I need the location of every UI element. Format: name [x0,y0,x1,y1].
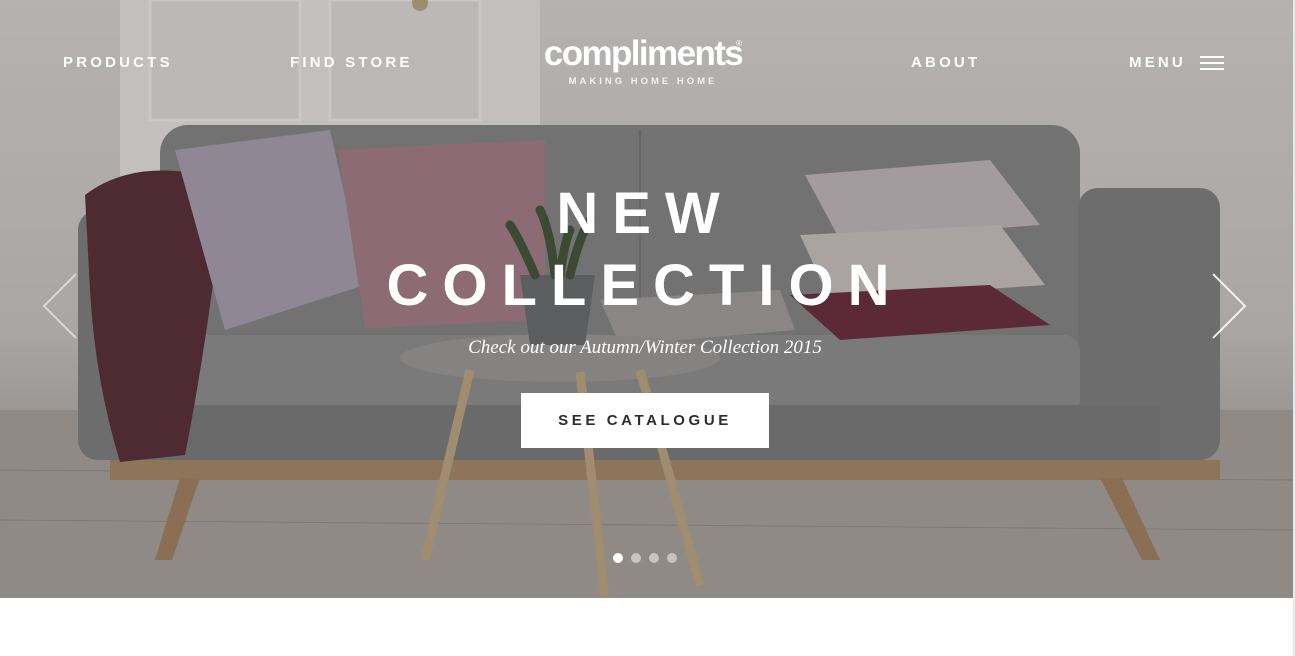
see-catalogue-button[interactable]: SEE CATALOGUE [521,393,769,448]
menu-toggle-button[interactable]: MENU [1129,54,1224,71]
logo-registered-mark: ® [736,39,742,48]
hero-title-line-1: NEW [556,181,734,246]
carousel-dot-4[interactable] [667,553,677,563]
hero-title: NEW COLLECTION [340,178,950,322]
carousel-dot-1[interactable] [613,553,623,563]
logo-tagline: MAKING HOME HOME [568,76,718,87]
hero-subtitle: Check out our Autumn/Winter Collection 2… [468,337,822,358]
carousel-prev-button[interactable] [40,272,80,340]
nav-find-store[interactable]: FIND STORE [290,54,413,71]
chevron-right-icon [1212,273,1247,339]
carousel-pagination [613,553,685,563]
hamburger-icon [1199,55,1224,70]
menu-label: MENU [1129,54,1186,71]
nav-products[interactable]: PRODUCTS [63,54,173,71]
brand-logo[interactable]: compliments ® MAKING HOME HOME [538,34,748,87]
logo-wordmark: compliments [543,34,744,73]
carousel-next-button[interactable] [1209,272,1249,340]
nav-about[interactable]: ABOUT [911,54,980,71]
carousel-dot-3[interactable] [649,553,659,563]
hero-slider: PRODUCTS FIND STORE compliments ® MAKING… [0,0,1293,598]
carousel-dot-2[interactable] [631,553,641,563]
chevron-left-icon [42,273,77,339]
hero-title-line-2: COLLECTION [386,253,904,318]
